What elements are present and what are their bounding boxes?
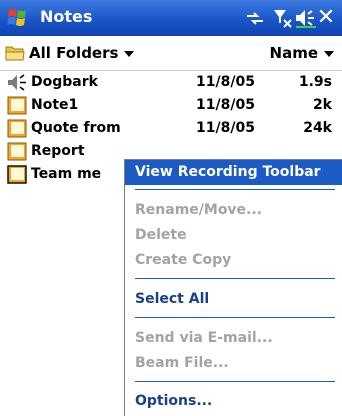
menu-item-label: Delete <box>135 227 187 243</box>
file-date: 11/8/05 <box>196 120 255 136</box>
menu-separator <box>135 317 335 318</box>
folder-icon <box>5 46 25 61</box>
menu-separator <box>135 278 335 279</box>
menu-item-send-via-email[interactable]: Send via E-mail... <box>125 326 342 351</box>
folder-dropdown[interactable]: All Folders <box>29 44 135 62</box>
file-name: Dogbark <box>31 74 98 90</box>
file-name: Note1 <box>31 97 79 113</box>
menu-item-label: Create Copy <box>135 252 232 268</box>
sort-dropdown[interactable]: Name <box>270 44 334 62</box>
menu-separator <box>135 189 335 190</box>
menu-item-label: Beam File... <box>135 355 229 371</box>
menu-item-label: Rename/Move... <box>135 202 263 218</box>
menu-item-rename-move[interactable]: Rename/Move... <box>125 198 342 223</box>
file-size: 1.9s <box>298 74 332 90</box>
title-bar: Notes ✕ <box>0 0 342 36</box>
chevron-down-icon <box>124 50 135 57</box>
list-item[interactable]: Dogbark 11/8/05 1.9s <box>0 71 342 94</box>
menu-item-delete[interactable]: Delete <box>125 223 342 248</box>
sort-dropdown-label: Name <box>269 44 318 62</box>
app-title: Notes <box>40 7 93 26</box>
list-header: All Folders Name <box>0 36 342 71</box>
menu-item-beam-file[interactable]: Beam File... <box>125 351 342 376</box>
menu-item-select-all[interactable]: Select All <box>125 287 342 312</box>
close-icon[interactable]: ✕ <box>314 6 338 30</box>
note-icon <box>7 142 27 161</box>
list-item[interactable]: Note1 11/8/05 2k <box>0 94 342 117</box>
context-menu: View Recording Toolbar Rename/Move... De… <box>124 159 342 416</box>
menu-separator <box>135 381 335 382</box>
windows-start-icon[interactable] <box>6 6 32 30</box>
file-name: Quote from <box>31 120 121 136</box>
note-icon <box>7 165 27 184</box>
menu-item-view-recording-toolbar[interactable]: View Recording Toolbar <box>125 160 342 185</box>
folder-dropdown-label: All Folders <box>29 44 119 62</box>
file-date: 11/8/05 <box>196 74 255 90</box>
file-size: 2k <box>312 97 332 113</box>
signal-icon[interactable] <box>272 7 294 29</box>
menu-item-options[interactable]: Options... <box>125 389 342 414</box>
menu-item-label: Send via E-mail... <box>135 330 273 346</box>
note-icon <box>7 96 27 115</box>
note-icon <box>7 119 27 138</box>
file-size: 24k <box>303 120 332 136</box>
menu-item-label: View Recording Toolbar <box>135 164 321 180</box>
speaker-icon <box>8 74 26 91</box>
menu-item-create-copy[interactable]: Create Copy <box>125 248 342 273</box>
file-date: 11/8/05 <box>196 97 255 113</box>
connectivity-icon[interactable] <box>243 7 267 29</box>
file-name: Report <box>31 143 85 159</box>
chevron-down-icon <box>324 50 334 57</box>
menu-item-label: Select All <box>135 291 210 307</box>
file-name: Team me <box>31 166 102 182</box>
list-item[interactable]: Quote from 11/8/05 24k <box>0 117 342 140</box>
menu-item-label: Options... <box>135 393 213 409</box>
